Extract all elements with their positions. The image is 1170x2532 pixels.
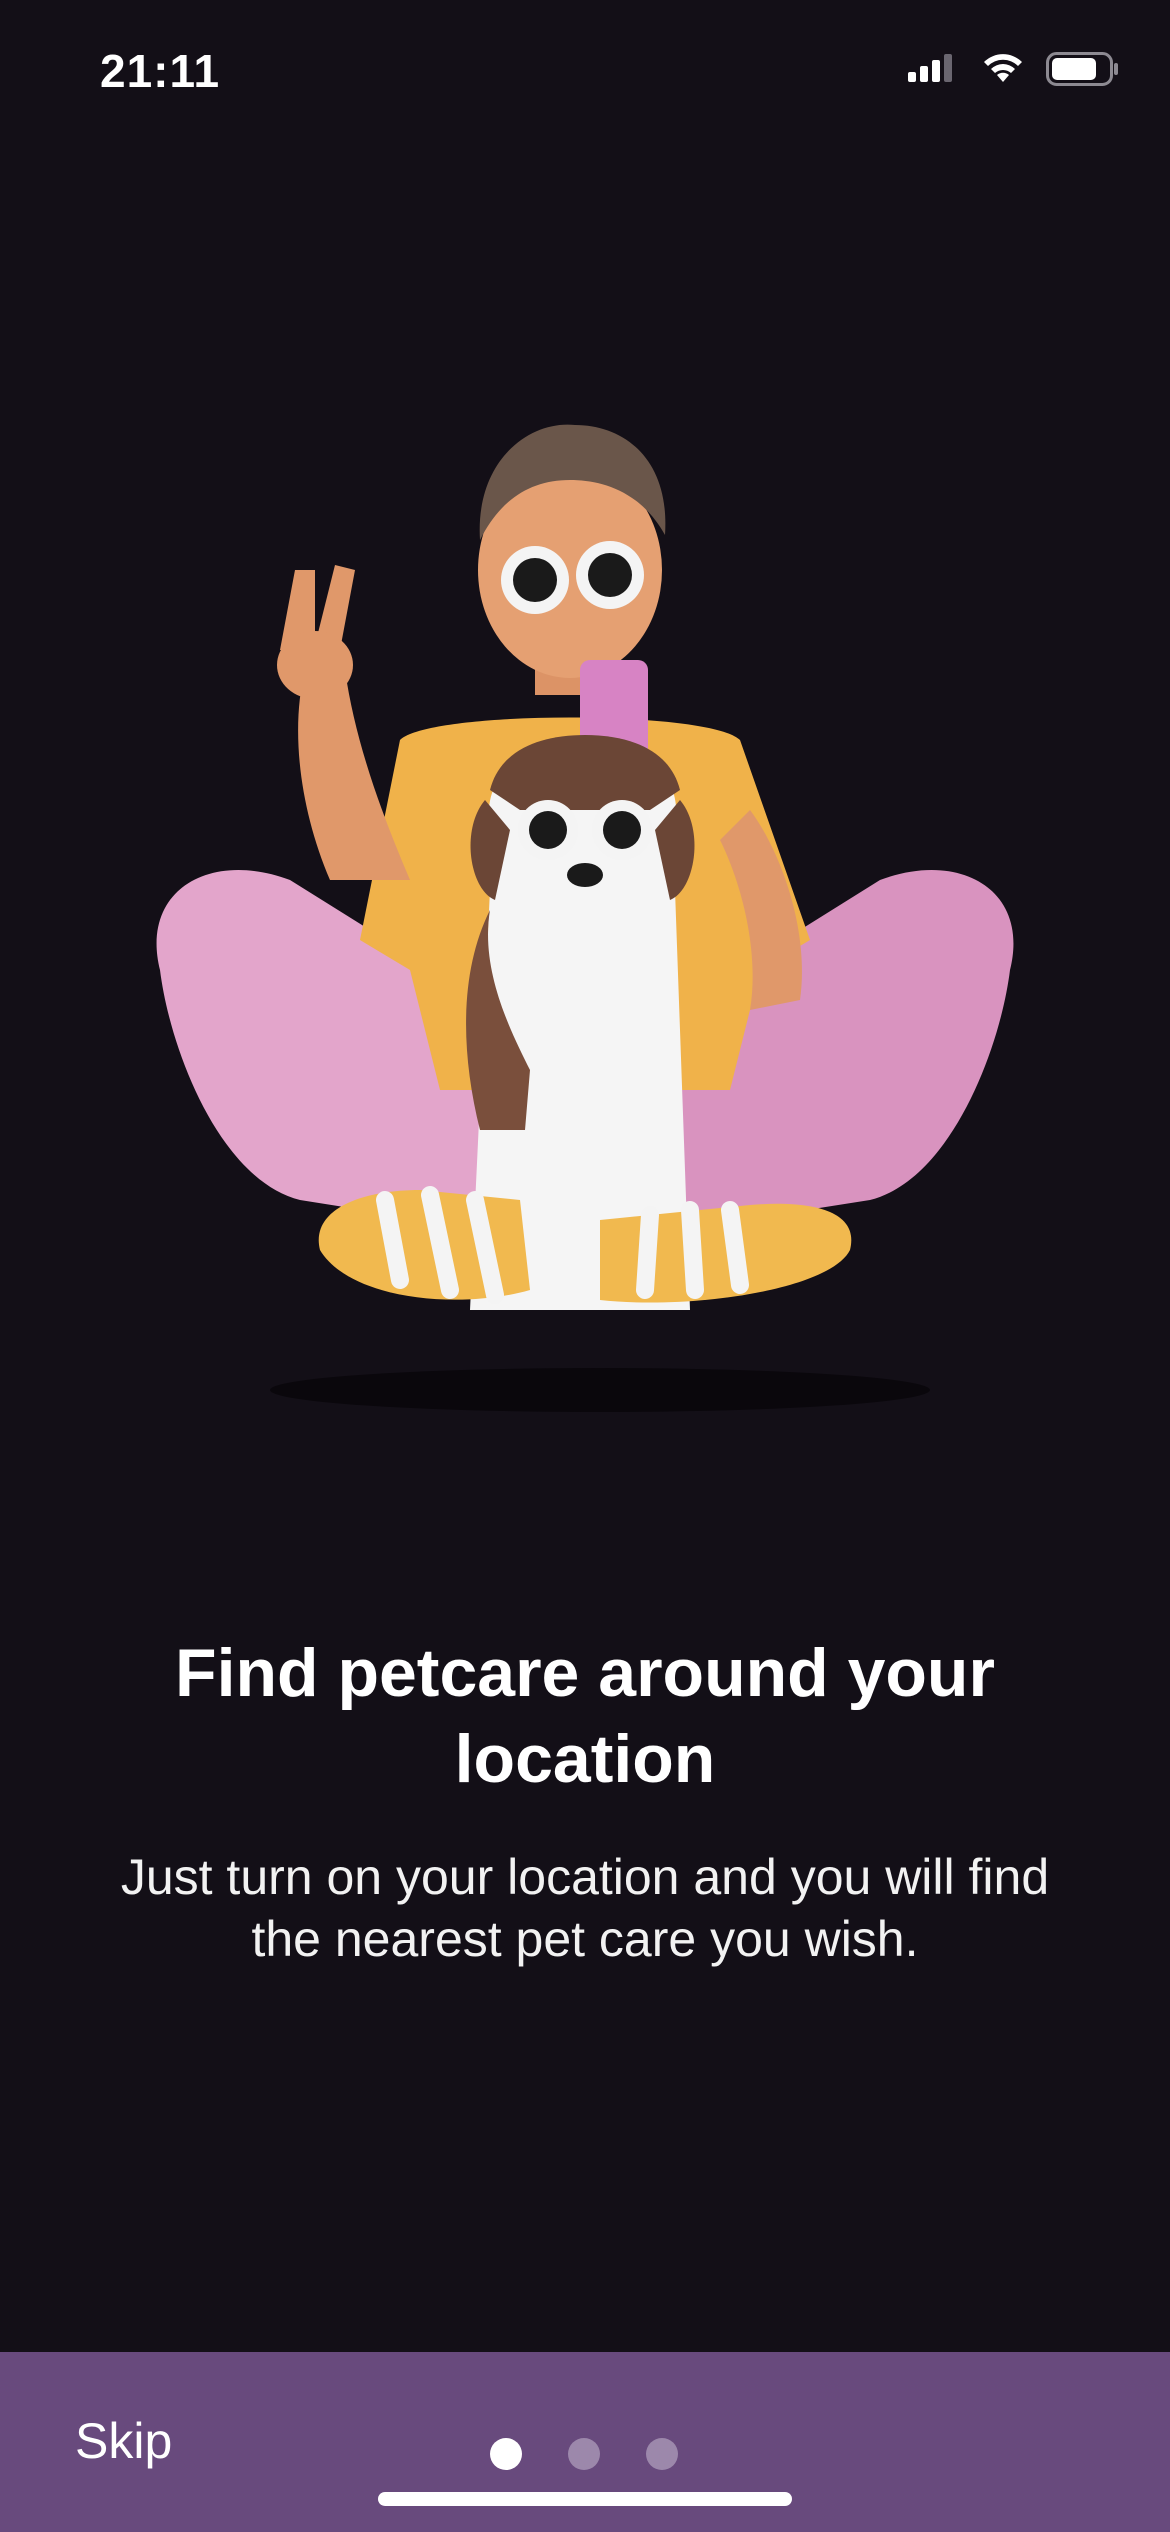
page-indicator: [490, 2438, 678, 2470]
wifi-icon: [980, 52, 1026, 91]
cellular-signal-icon: [908, 54, 960, 89]
page-dot-3[interactable]: [646, 2438, 678, 2470]
home-indicator[interactable]: [378, 2492, 792, 2506]
page-dot-1[interactable]: [490, 2438, 522, 2470]
status-icons: [908, 52, 1120, 91]
skip-button[interactable]: Skip: [75, 2412, 172, 2470]
onboarding-title: Find petcare around your location: [175, 1635, 995, 1797]
onboarding-description: Just turn on your location and you will …: [120, 1849, 1050, 1967]
person-with-dog-illustration: [130, 410, 1040, 1450]
page-dot-2[interactable]: [568, 2438, 600, 2470]
status-time: 21:11: [100, 45, 221, 97]
battery-icon: [1046, 52, 1120, 91]
status-bar: 21:11: [0, 0, 1170, 150]
